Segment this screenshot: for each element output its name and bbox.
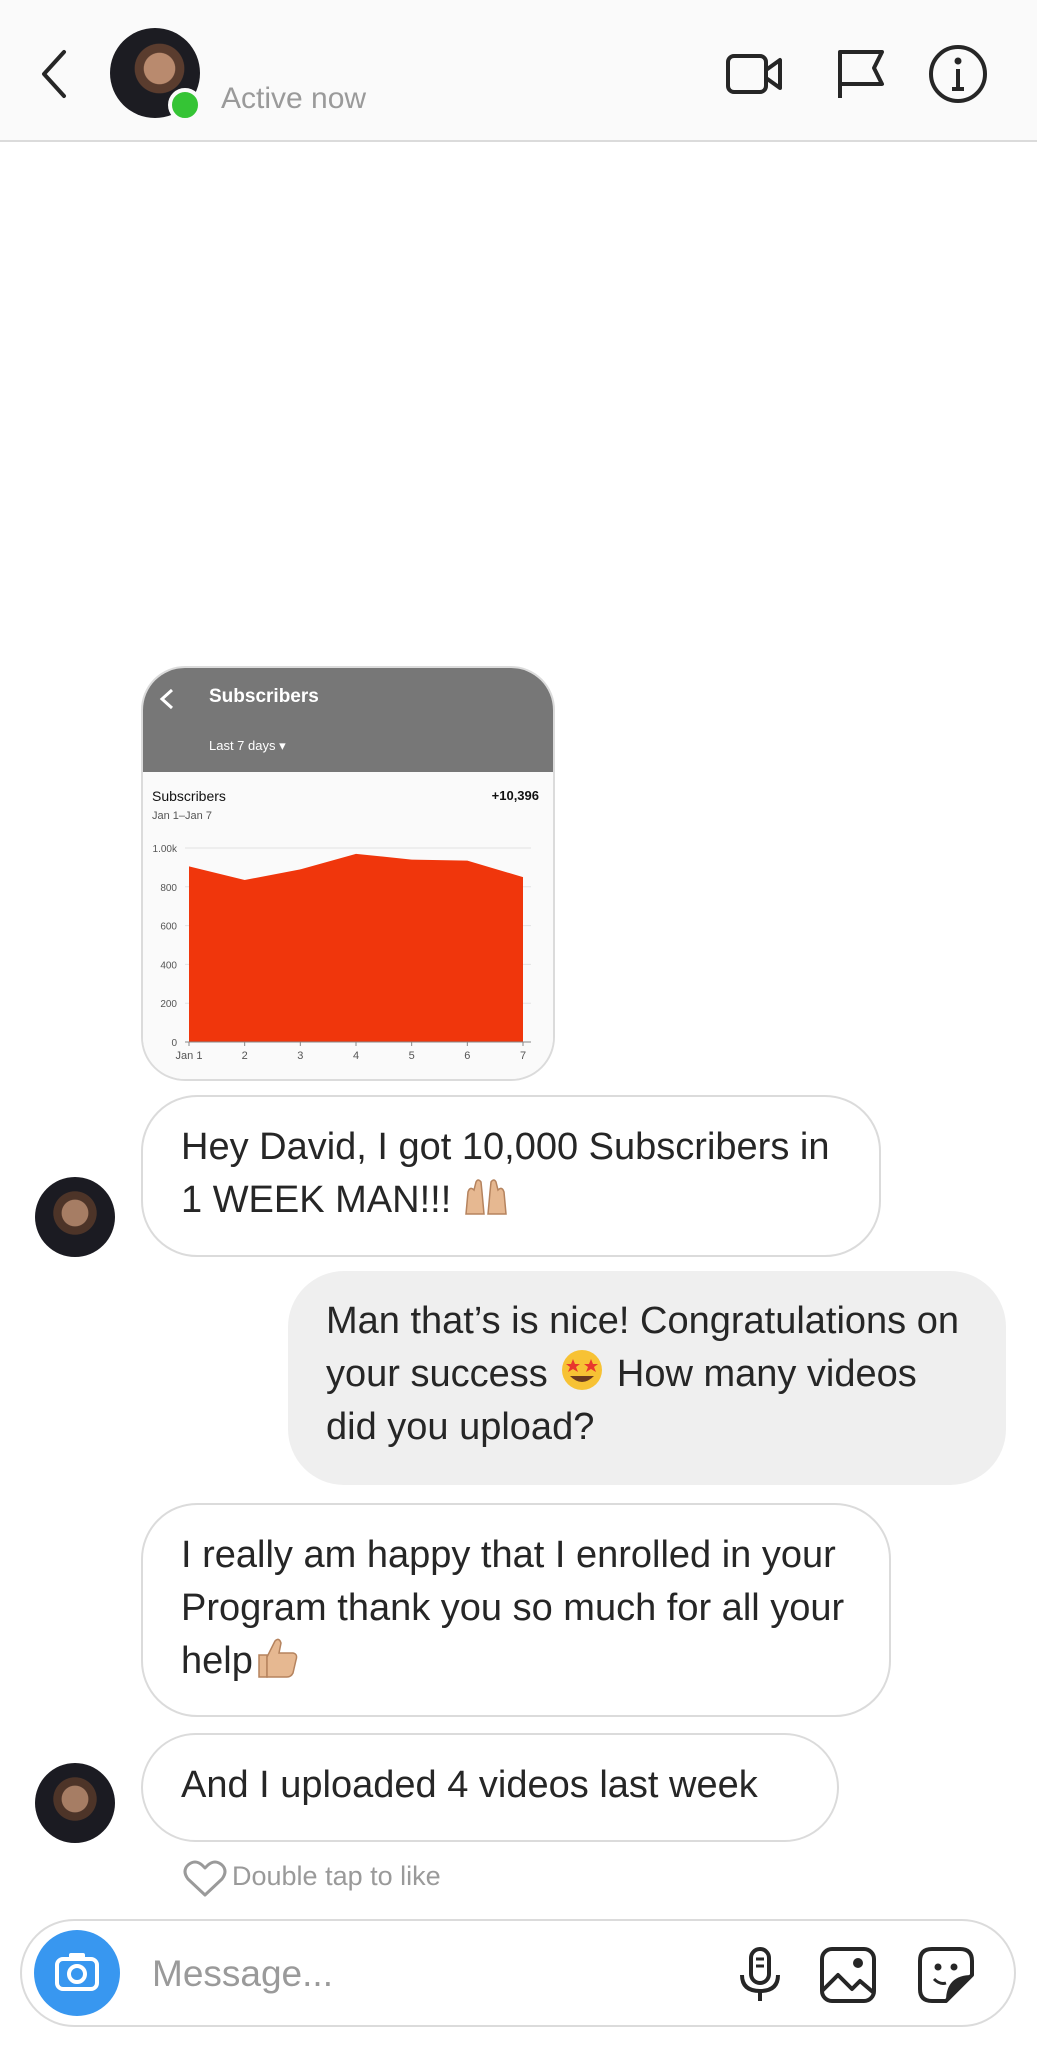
- x-tick-label: 7: [520, 1050, 526, 1062]
- chat-header: Active now: [0, 0, 1037, 142]
- active-status-dot: [168, 88, 202, 122]
- gallery-icon[interactable]: [818, 1945, 878, 2005]
- y-tick-label: 400: [160, 960, 177, 971]
- star-struck-emoji: [558, 1348, 606, 1392]
- x-tick-label: Jan 1: [176, 1050, 203, 1062]
- screenshot-content: Subscribers Jan 1–Jan 7 +10,396 0 200 400 6…: [143, 772, 553, 1079]
- x-tick-label: 5: [409, 1050, 415, 1062]
- screenshot-date-range: Jan 1–Jan 7: [152, 810, 212, 822]
- message-input[interactable]: [150, 1945, 714, 2003]
- screenshot-metric: Subscribers: [152, 788, 226, 804]
- y-tick-label: 200: [160, 999, 177, 1010]
- video-call-icon[interactable]: [722, 44, 786, 104]
- y-tick-label: 1.00k: [153, 844, 178, 855]
- x-tick-label: 2: [242, 1050, 248, 1062]
- info-icon[interactable]: [926, 44, 990, 104]
- screenshot-back-icon: [157, 686, 177, 712]
- flag-icon[interactable]: [828, 44, 892, 104]
- screenshot-appbar: Subscribers Last 7 days ▾: [143, 668, 553, 772]
- screenshot-range: Last 7 days ▾: [209, 738, 286, 753]
- y-tick-label: 600: [160, 922, 177, 933]
- message-bubble-incoming[interactable]: I really am happy that I enrolled in you…: [141, 1503, 891, 1717]
- active-status-text: Active now: [221, 82, 367, 115]
- dropdown-caret-icon: ▾: [279, 738, 286, 753]
- contact-avatar-small[interactable]: [35, 1763, 115, 1843]
- series-area: [189, 853, 523, 1042]
- screenshot-title: Subscribers: [209, 686, 319, 707]
- message-bubble-incoming[interactable]: And I uploaded 4 videos last week: [141, 1733, 839, 1842]
- sticker-icon[interactable]: [916, 1945, 976, 2005]
- heart-icon: [183, 1860, 227, 1897]
- microphone-icon[interactable]: [730, 1945, 790, 2005]
- camera-icon[interactable]: [34, 1930, 120, 2016]
- message-bubble-incoming[interactable]: Hey David, I got 10,000 Subscribers in 1…: [141, 1095, 881, 1257]
- x-tick-label: 6: [464, 1050, 470, 1062]
- y-tick-label: 0: [171, 1038, 177, 1049]
- back-arrow-icon[interactable]: [36, 44, 76, 104]
- message-text: And I uploaded 4 videos last week: [181, 1764, 758, 1806]
- shared-screenshot[interactable]: Subscribers Last 7 days ▾ Subscribers Ja…: [141, 666, 555, 1081]
- raising-hands-emoji: [462, 1174, 510, 1218]
- message-composer: [20, 1919, 1016, 2027]
- thumbs-up-emoji: [253, 1635, 301, 1679]
- screenshot-total: +10,396: [491, 788, 539, 803]
- y-tick-label: 800: [160, 883, 177, 894]
- x-tick-label: 3: [297, 1050, 303, 1062]
- like-hint-text: Double tap to like: [232, 1861, 441, 1891]
- message-bubble-outgoing[interactable]: Man that’s is nice! Congratulations on y…: [288, 1271, 1006, 1485]
- subscribers-area-chart: 0 200 400 600 800 1.00k Jan 1 2 3 4 5 6 7: [153, 844, 531, 1062]
- contact-avatar-small[interactable]: [35, 1177, 115, 1257]
- x-tick-label: 4: [353, 1050, 359, 1062]
